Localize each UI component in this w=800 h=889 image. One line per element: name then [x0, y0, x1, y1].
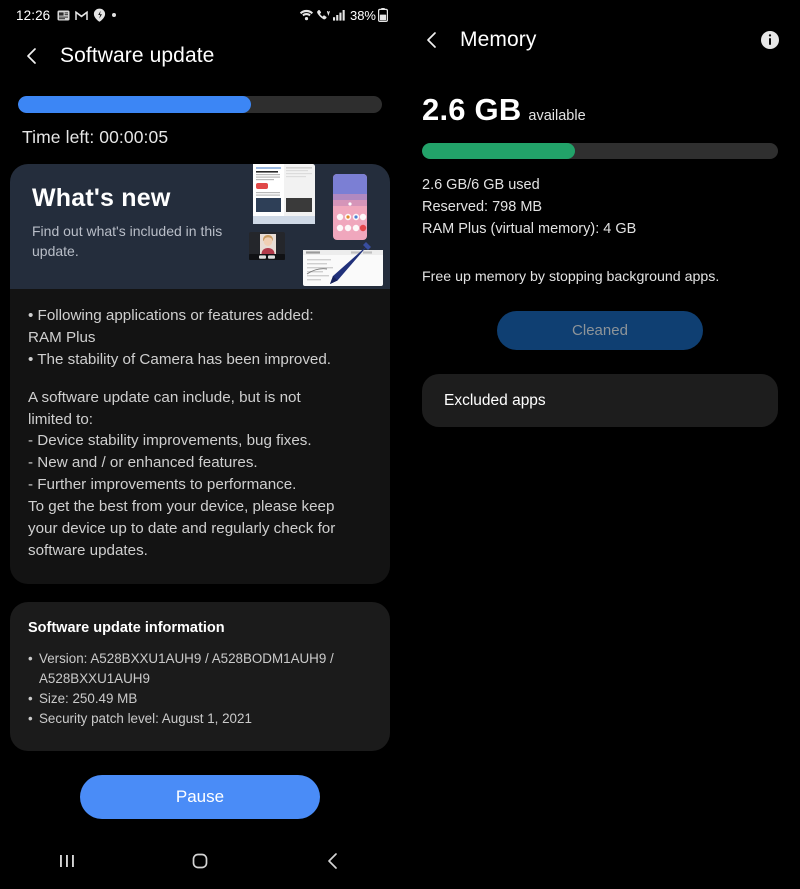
gmail-icon: [75, 10, 89, 21]
status-bar: 12:26 38%: [0, 0, 400, 30]
app-icon: [93, 8, 106, 22]
memory-ram-plus-line: RAM Plus (virtual memory): 4 GB: [422, 221, 637, 238]
memory-content: 2.6 GB available 2.6 GB/6 GB used Reserv…: [400, 66, 800, 428]
release-notes-body: • Following applications or features add…: [10, 289, 390, 584]
memory-used-line: 2.6 GB/6 GB used: [422, 177, 540, 193]
update-info-size: Size: 250.49 MB: [28, 689, 372, 709]
cleaned-button-row: Cleaned: [422, 311, 778, 351]
chevron-left-icon: [27, 48, 36, 64]
memory-available-label: available: [528, 108, 586, 124]
memory-back-button[interactable]: [418, 26, 446, 54]
note-line: software updates.: [28, 541, 148, 559]
home-button[interactable]: [172, 841, 228, 881]
info-button[interactable]: [758, 28, 782, 52]
update-info-list: Version: A528BXXU1AUH9 / A528BODM1AUH9 /…: [28, 649, 372, 730]
note-line: • The stability of Camera has been impro…: [28, 350, 332, 368]
note-line: limited to:: [28, 410, 93, 428]
note-line: • Following applications or features add…: [28, 307, 314, 324]
memory-available-value: 2.6 GB: [422, 92, 522, 127]
back-icon: [328, 853, 338, 869]
memory-app-bar: Memory: [400, 14, 800, 66]
excluded-apps-label: Excluded apps: [444, 391, 546, 409]
news-icon: [57, 10, 70, 21]
pause-button[interactable]: Pause: [80, 775, 320, 820]
memory-detail-lines: 2.6 GB/6 GB used Reserved: 798 MB RAM Pl…: [422, 174, 778, 240]
memory-available-row: 2.6 GB available: [422, 92, 778, 128]
update-info-security-patch: Security patch level: August 1, 2021: [28, 709, 372, 729]
memory-hint: Free up memory by stopping background ap…: [422, 269, 720, 286]
dot-icon: [111, 12, 117, 18]
status-bar-clock: 12:26: [16, 7, 51, 23]
recents-icon: [59, 855, 74, 867]
whats-new-card[interactable]: What's new Find out what's included in t…: [10, 164, 390, 584]
software-update-information-card: Software update information Version: A52…: [10, 601, 390, 752]
whats-new-banner: What's new Find out what's included in t…: [10, 164, 390, 289]
battery-percent-label: 38%: [349, 7, 376, 23]
dual-screenshot: 12:26 38% Software update Time left: 00:…: [0, 0, 800, 889]
note-line: your device up to date and regularly che…: [28, 520, 336, 538]
update-progress-bar: [18, 96, 382, 113]
battery-icon: [378, 8, 389, 22]
recents-button[interactable]: [39, 841, 95, 881]
update-info-version-cont: A528BXXU1AUH9: [39, 670, 150, 686]
note-line: To get the best from your device, please…: [28, 498, 335, 516]
note-gap: [28, 371, 372, 387]
back-button[interactable]: [18, 42, 46, 70]
status-bar-notification-icons: [57, 8, 117, 22]
software-update-app-bar: Software update: [0, 30, 400, 82]
excluded-apps-row[interactable]: Excluded apps: [422, 374, 778, 428]
chevron-left-icon: [427, 32, 436, 48]
signal-bars-icon: [332, 9, 346, 21]
home-icon: [192, 853, 208, 869]
cleaned-button[interactable]: Cleaned: [497, 311, 703, 351]
info-icon: [761, 31, 779, 49]
volte-call-icon: [316, 9, 331, 21]
navigation-bar: [0, 833, 400, 889]
note-line: RAM Plus: [28, 328, 96, 346]
whats-new-illustration: [245, 164, 390, 289]
memory-usage-fill: [422, 143, 576, 159]
update-info-heading: Software update information: [28, 619, 225, 636]
note-line: A software update can include, but is no…: [28, 388, 301, 406]
note-line: - Device stability improvements, bug fix…: [28, 432, 312, 450]
back-nav-button[interactable]: [305, 841, 361, 881]
pause-button-row: Pause: [0, 775, 400, 820]
update-info-version: Version: A528BXXU1AUH9 / A528BODM1AUH9 /: [28, 649, 372, 669]
memory-page-title: Memory: [460, 28, 537, 51]
note-line: - New and / or enhanced features.: [28, 454, 258, 472]
memory-reserved-line: Reserved: 798 MB: [422, 199, 543, 216]
memory-panel: Memory 2.6 GB available 2.6 GB/6 GB used…: [400, 0, 800, 889]
page-title: Software update: [60, 44, 215, 67]
wifi-icon: [299, 9, 314, 21]
update-progress-fill: [18, 96, 251, 113]
note-line: - Further improvements to performance.: [28, 476, 297, 494]
time-left-label: Time left: 00:00:05: [22, 127, 169, 147]
memory-usage-bar: [422, 143, 778, 159]
whats-new-subtitle: Find out what's included in this update.: [32, 223, 223, 259]
software-update-panel: 12:26 38% Software update Time left: 00:…: [0, 0, 400, 889]
update-progress-section: Time left: 00:00:05: [0, 82, 400, 148]
status-bar-system-icons: 38%: [299, 7, 389, 23]
